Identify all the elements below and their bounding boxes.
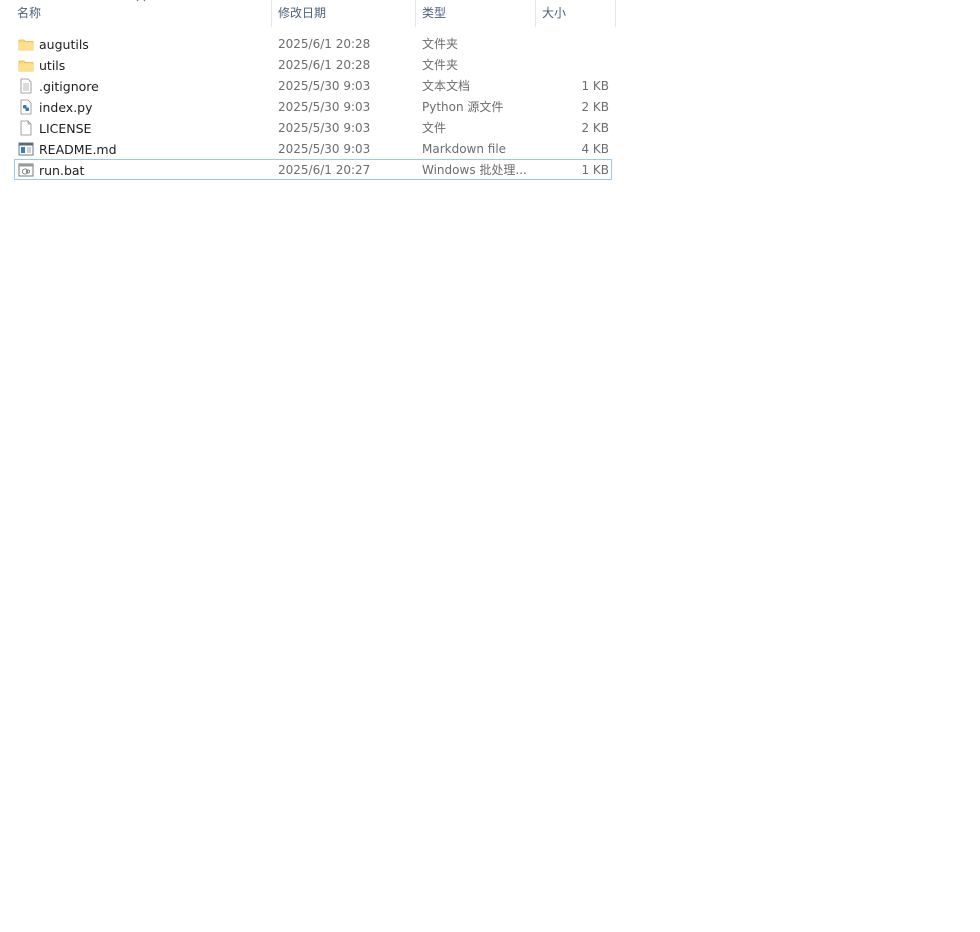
blank-file-icon	[20, 120, 32, 136]
file-date: 2025/5/30 9:03	[278, 79, 371, 93]
file-name: LICENSE	[39, 121, 92, 136]
file-date: 2025/6/1 20:28	[278, 58, 371, 72]
file-row-license[interactable]: LICENSE 2025/5/30 9:03 文件 2 KB	[14, 117, 612, 138]
file-row-augutils[interactable]: augutils 2025/6/1 20:28 文件夹	[14, 33, 612, 54]
file-size: 4 KB	[581, 142, 609, 156]
file-name: index.py	[39, 100, 93, 115]
column-header-type[interactable]: 类型	[416, 0, 536, 27]
file-name: augutils	[39, 37, 89, 52]
file-row-readme[interactable]: README.md 2025/5/30 9:03 Markdown file 4…	[14, 138, 612, 159]
file-type: 文件夹	[422, 37, 459, 51]
file-row-index-py[interactable]: index.py 2025/5/30 9:03 Python 源文件 2 KB	[14, 96, 612, 117]
file-date: 2025/5/30 9:03	[278, 142, 371, 156]
file-row-run-bat[interactable]: run.bat 2025/6/1 20:27 Windows 批处理... 1 …	[14, 159, 612, 180]
file-name: utils	[39, 58, 66, 73]
python-file-icon	[20, 99, 32, 115]
file-type: 文件	[422, 121, 447, 135]
folder-icon	[18, 60, 34, 72]
file-list: augutils 2025/6/1 20:28 文件夹 utils 2025/6…	[14, 33, 612, 180]
file-size: 2 KB	[581, 121, 609, 135]
folder-icon	[18, 39, 34, 51]
file-size: 1 KB	[581, 79, 609, 93]
file-name: .gitignore	[39, 79, 99, 94]
file-row-gitignore[interactable]: .gitignore 2025/5/30 9:03 文本文档 1 KB	[14, 75, 612, 96]
markdown-file-icon	[18, 142, 34, 156]
file-date: 2025/6/1 20:27	[278, 163, 371, 177]
column-header-name[interactable]: 名称	[11, 0, 272, 27]
file-name: README.md	[39, 142, 117, 157]
file-date: 2025/5/30 9:03	[278, 121, 371, 135]
file-type: Python 源文件	[422, 100, 504, 114]
file-explorer: 名称 修改日期 类型 大小 augutils 2025/6/1 20:28 文件…	[0, 0, 980, 932]
column-header-date[interactable]: 修改日期	[272, 0, 416, 27]
column-header-bar: 名称 修改日期 类型 大小	[0, 0, 616, 27]
file-type: 文本文档	[422, 79, 471, 93]
file-date: 2025/5/30 9:03	[278, 100, 371, 114]
file-type: Markdown file	[422, 142, 507, 156]
file-name: run.bat	[39, 163, 85, 178]
file-size: 2 KB	[581, 100, 609, 114]
file-type: Windows 批处理...	[422, 163, 527, 177]
column-header-size[interactable]: 大小	[536, 0, 616, 27]
file-date: 2025/6/1 20:28	[278, 37, 371, 51]
batch-file-icon	[18, 163, 34, 177]
text-file-icon	[20, 78, 32, 94]
file-row-utils[interactable]: utils 2025/6/1 20:28 文件夹	[14, 54, 612, 75]
file-type: 文件夹	[422, 58, 459, 72]
file-size: 1 KB	[581, 163, 609, 177]
